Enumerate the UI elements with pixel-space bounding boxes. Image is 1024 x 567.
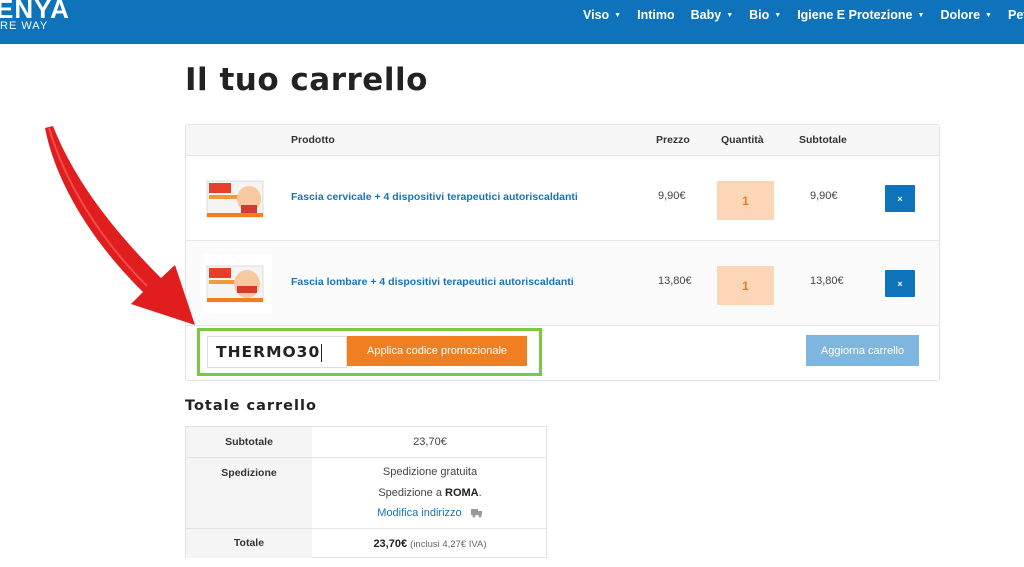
truck-icon: [470, 509, 482, 518]
product-name-link[interactable]: Fascia cervicale + 4 dispositivi terapeu…: [291, 191, 578, 203]
total-value: 23,70€: [373, 538, 408, 550]
cart-totals-table: Subtotale 23,70€ Spedizione Spedizione g…: [185, 426, 547, 558]
nav-item-igiene[interactable]: Igiene E Protezione ▼: [797, 8, 924, 22]
coupon-code-value: THERMO30: [216, 343, 321, 361]
text-cursor: [321, 343, 323, 362]
nav-label: Intimo: [637, 8, 675, 22]
header-product: Prodotto: [291, 134, 335, 146]
caret-down-icon: ▼: [774, 11, 782, 19]
cart-row: Fascia lombare + 4 dispositivi terapeuti…: [186, 241, 939, 326]
subtotal-value: 23,70€: [413, 436, 447, 448]
caret-down-icon: ▼: [917, 11, 925, 19]
main-nav: Viso ▼ Intimo Baby ▼ Bio ▼ Igiene E Protezi…: [583, 0, 1024, 30]
product-subtotal: 9,90€: [810, 190, 838, 202]
shipping-prefix: Spedizione a: [378, 487, 442, 499]
header-subtotal: Subtotale: [799, 134, 847, 146]
cart-row: Fascia cervicale + 4 dispositivi terapeu…: [186, 156, 939, 241]
product-price: 9,90€: [658, 190, 686, 202]
cart-table: Prodotto Prezzo Quantità Subtotale Fasci…: [185, 124, 940, 381]
product-name-link[interactable]: Fascia lombare + 4 dispositivi terapeuti…: [291, 276, 574, 288]
total-row: 23,70€ (inclusi 4,27€ IVA): [312, 538, 548, 550]
nav-item-baby[interactable]: Baby ▼: [691, 8, 734, 22]
shipping-method: Spedizione gratuita: [382, 466, 478, 478]
product-thumbnail[interactable]: [203, 169, 271, 229]
top-navbar: ENYA RE WAY Viso ▼ Intimo Baby ▼ Bio ▼ Igie…: [0, 0, 1024, 44]
total-label: Totale: [186, 529, 312, 558]
nav-item-viso[interactable]: Viso ▼: [583, 8, 621, 22]
shipping-suffix: .: [478, 487, 482, 499]
cart-table-header: Prodotto Prezzo Quantità Subtotale: [186, 125, 939, 156]
cart-totals-title: Totale carrello: [185, 398, 317, 414]
logo-tagline: RE WAY: [0, 20, 49, 32]
header-price: Prezzo: [656, 134, 690, 146]
product-subtotal: 13,80€: [810, 275, 844, 287]
nav-label: Dolore: [940, 8, 981, 22]
quantity-input[interactable]: 1: [717, 181, 774, 220]
caret-down-icon: ▼: [726, 11, 734, 19]
nav-item-pet[interactable]: Pet: [1008, 8, 1024, 22]
caret-down-icon: ▼: [614, 11, 622, 19]
product-price: 13,80€: [658, 275, 692, 287]
quantity-input[interactable]: 1: [717, 266, 774, 305]
nav-label: Igiene E Protezione: [797, 8, 913, 22]
nav-item-intimo[interactable]: Intimo: [637, 8, 675, 22]
change-address-row: Modifica indirizzo: [312, 507, 548, 519]
nav-item-bio[interactable]: Bio ▼: [749, 8, 781, 22]
close-icon: ×: [897, 193, 903, 204]
caret-down-icon: ▼: [985, 11, 992, 19]
coupon-highlight-box: THERMO30 Applica codice promozionale: [197, 328, 542, 376]
nav-label: Bio: [749, 8, 770, 22]
shipping-destination: Spedizione a ROMA.: [312, 487, 548, 499]
remove-item-button[interactable]: ×: [885, 185, 915, 212]
apply-coupon-button[interactable]: Applica codice promozionale: [347, 336, 527, 366]
nav-label: Viso: [583, 8, 610, 22]
nav-item-dolore[interactable]: Dolore ▼: [940, 8, 992, 22]
close-icon: ×: [897, 278, 903, 289]
subtotal-label: Subtotale: [186, 427, 312, 457]
change-address-link[interactable]: Modifica indirizzo: [377, 507, 461, 519]
coupon-code-input[interactable]: THERMO30: [207, 336, 347, 368]
tax-note: (inclusi 4,27€ IVA): [410, 539, 487, 550]
shipping-city: ROMA: [445, 487, 479, 499]
site-logo[interactable]: ENYA RE WAY: [0, 0, 80, 44]
product-thumbnail[interactable]: [203, 254, 271, 314]
page-title: Il tuo carrello: [185, 62, 428, 98]
shipping-label: Spedizione: [186, 458, 312, 528]
nav-label: Baby: [690, 8, 722, 22]
remove-item-button[interactable]: ×: [885, 270, 915, 297]
nav-label: Pet: [1007, 8, 1024, 22]
update-cart-button[interactable]: Aggiorna carrello: [806, 335, 919, 366]
red-arrow-annotation: [45, 126, 195, 325]
header-quantity: Quantità: [721, 134, 764, 146]
